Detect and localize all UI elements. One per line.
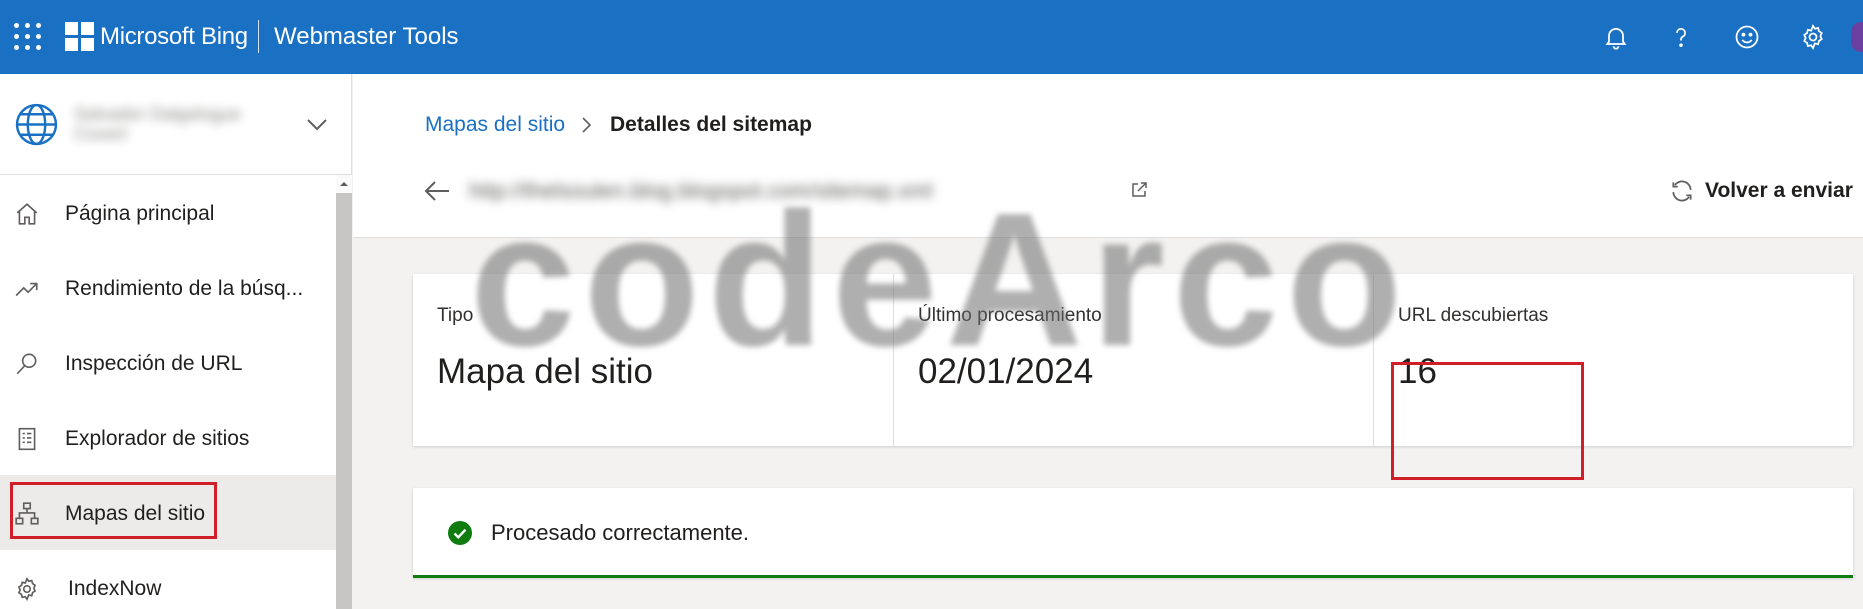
sidebar-item-label: IndexNow xyxy=(68,577,162,600)
brand-divider xyxy=(258,20,259,53)
bell-icon[interactable] xyxy=(1598,19,1634,55)
app-launcher-icon[interactable] xyxy=(14,23,44,51)
sidebar-item-label: Explorador de sitios xyxy=(65,427,250,450)
stat-label: URL descubiertas xyxy=(1398,305,1549,326)
annotation-highlight-box xyxy=(1391,362,1584,480)
brand-name[interactable]: Microsoft Bing xyxy=(100,22,248,52)
stat-type: Tipo Mapa del sitio xyxy=(413,274,893,446)
main-content: Mapas del sitio Detalles del sitemap htt… xyxy=(353,74,1863,609)
sidebar-item-url-inspection[interactable]: Inspección de URL xyxy=(0,325,336,400)
help-icon[interactable] xyxy=(1663,19,1699,55)
stat-last-processed: Último procesamiento 02/01/2024 xyxy=(893,274,1373,446)
sitemap-stats-card: Tipo Mapa del sitio Último procesamiento… xyxy=(413,274,1853,446)
sidebar: Salvador Dalgelogue Covert Página princi… xyxy=(0,74,352,609)
trend-icon xyxy=(15,282,38,297)
sidebar-item-label: Inspección de URL xyxy=(65,352,243,375)
scroll-up-arrow-icon[interactable] xyxy=(339,179,349,189)
scrollbar-thumb[interactable] xyxy=(336,193,352,609)
top-bar: Microsoft Bing Webmaster Tools xyxy=(0,0,1863,74)
status-card: Procesado correctamente. xyxy=(413,488,1853,578)
avatar[interactable] xyxy=(1851,22,1863,52)
sidebar-item-sitemaps[interactable]: Mapas del sitio xyxy=(0,475,336,550)
globe-icon xyxy=(15,103,58,146)
status-message: Procesado correctamente. xyxy=(491,520,750,545)
sidebar-item-label: Rendimiento de la búsq... xyxy=(65,277,304,300)
resubmit-button[interactable]: Volver a enviar xyxy=(1669,174,1853,208)
success-check-icon xyxy=(448,521,472,545)
gear-icon xyxy=(17,576,37,602)
sidebar-item-indexnow[interactable]: IndexNow xyxy=(0,550,336,609)
sidebar-nav: Página principal Rendimiento de la búsq.… xyxy=(0,175,336,609)
open-external-icon[interactable] xyxy=(1129,180,1149,200)
sidebar-item-label: Página principal xyxy=(65,202,215,225)
refresh-icon xyxy=(1672,180,1692,202)
feedback-smiley-icon[interactable] xyxy=(1729,19,1765,55)
back-arrow-icon[interactable] xyxy=(423,179,451,203)
stat-value: 02/01/2024 xyxy=(918,352,1094,391)
sidebar-item-search-performance[interactable]: Rendimiento de la búsq... xyxy=(0,250,336,325)
document-list-icon xyxy=(18,427,36,451)
resubmit-label: Volver a enviar xyxy=(1705,179,1853,202)
microsoft-logo-icon xyxy=(65,22,94,51)
search-icon xyxy=(16,353,37,375)
site-name: Salvador Dalgelogue Covert xyxy=(74,104,242,144)
home-icon xyxy=(16,203,38,225)
stat-value: Mapa del sitio xyxy=(437,352,653,391)
chevron-right-icon xyxy=(582,117,592,133)
breadcrumb-current: Detalles del sitemap xyxy=(610,113,812,136)
product-name[interactable]: Webmaster Tools xyxy=(274,22,459,52)
sitemap-url: http://thelsoulen.blog.blogspot.com/site… xyxy=(469,178,933,203)
chevron-down-icon[interactable] xyxy=(303,114,331,134)
page-header: Mapas del sitio Detalles del sitemap htt… xyxy=(353,74,1863,238)
sidebar-item-site-explorer[interactable]: Explorador de sitios xyxy=(0,400,336,475)
site-picker[interactable]: Salvador Dalgelogue Covert xyxy=(0,74,352,175)
stat-label: Tipo xyxy=(437,305,474,326)
stat-label: Último procesamiento xyxy=(918,305,1102,326)
settings-gear-icon[interactable] xyxy=(1795,19,1831,55)
breadcrumb-sitemaps-link[interactable]: Mapas del sitio xyxy=(425,112,565,138)
annotation-highlight-box xyxy=(10,482,217,539)
sidebar-scrollbar[interactable] xyxy=(336,175,352,609)
sidebar-item-home[interactable]: Página principal xyxy=(0,175,336,250)
